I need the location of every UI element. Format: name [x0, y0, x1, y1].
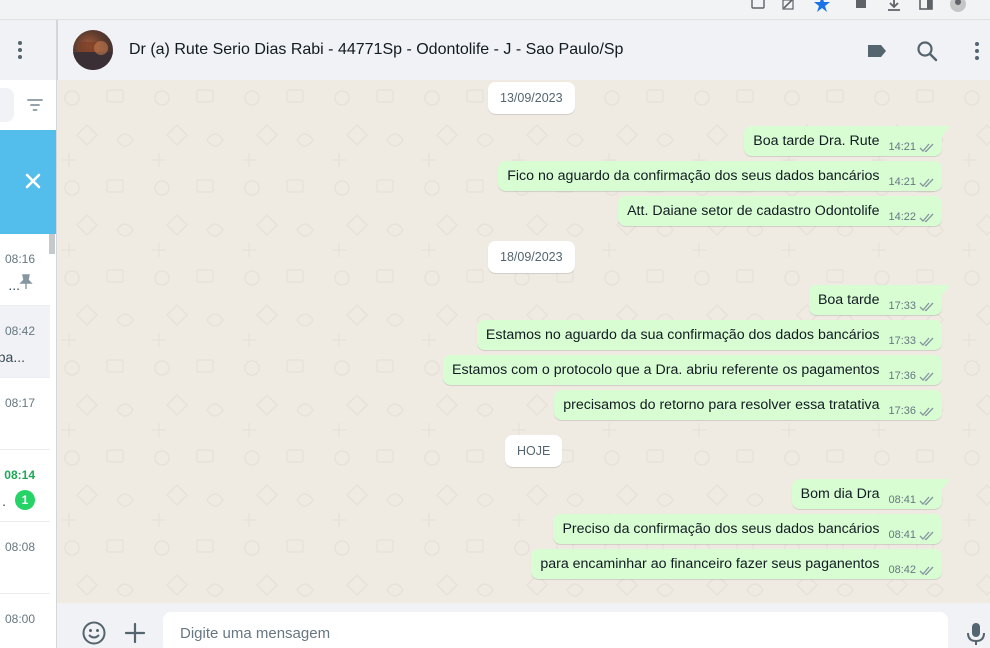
double-check-icon: [919, 372, 934, 381]
browser-toolbar: [0, 0, 990, 20]
date-separator: 18/09/2023: [488, 241, 575, 273]
avatar[interactable]: [73, 30, 113, 70]
message-time: 08:42: [888, 564, 916, 576]
message-text: precisamos do retorno para resolver essa…: [563, 397, 880, 413]
chat-snippet: .: [2, 493, 6, 509]
message-time: 14:22: [888, 211, 916, 223]
double-check-icon: [919, 531, 934, 540]
outgoing-message[interactable]: Preciso da confirmação dos seus dados ba…: [553, 514, 942, 544]
extensions-puzzle-icon[interactable]: [854, 0, 870, 12]
bookmark-star-icon[interactable]: [814, 0, 830, 12]
double-check-icon: [919, 143, 934, 152]
conversation-header[interactable]: Dr (a) Rute Serio Dias Rabi - 44771Sp - …: [57, 20, 990, 80]
message-text: para encaminhar ao financeiro fazer seus…: [540, 556, 880, 572]
microphone-icon[interactable]: [963, 620, 989, 646]
outgoing-message[interactable]: Boa tarde 17:33: [808, 285, 951, 315]
message-time: 17:33: [888, 335, 916, 347]
chat-time: 08:16: [4, 252, 35, 266]
avatar-photo: [73, 41, 113, 70]
close-icon[interactable]: [22, 170, 44, 192]
message-input[interactable]: Digite uma mensagem: [163, 612, 948, 648]
pin-icon: [19, 274, 33, 289]
message-text: Estamos com o protocolo que a Dra. abriu…: [452, 362, 880, 378]
outgoing-message[interactable]: Estamos com o protocolo que a Dra. abriu…: [443, 355, 942, 385]
double-check-icon: [919, 302, 934, 311]
chat-list-item[interactable]: 08:16 ...: [0, 234, 50, 306]
chat-list-item[interactable]: 08:17: [0, 378, 50, 450]
chat-list-item[interactable]: 08:42 pa...: [0, 306, 50, 378]
message-time: 08:41: [888, 529, 916, 541]
date-separator: 13/09/2023: [488, 82, 575, 114]
double-check-icon: [919, 496, 934, 505]
message-time: 14:21: [888, 176, 916, 188]
attach-plus-icon[interactable]: [122, 620, 148, 646]
browser-extension-icon[interactable]: [750, 0, 766, 12]
message-text: Fico no aguardo da confirmação dos seus …: [507, 168, 880, 184]
message-time: 17:36: [888, 370, 916, 382]
message-text: Boa tarde Dra. Rute: [753, 133, 880, 149]
outgoing-message[interactable]: Bom dia Dra 08:41: [791, 479, 951, 509]
message-list[interactable]: 13/09/2023 Boa tarde Dra. Rute 14:21 Fic…: [57, 80, 990, 603]
label-icon[interactable]: [865, 39, 889, 63]
sidebar-header: [0, 20, 56, 80]
menu-dots-icon[interactable]: [14, 39, 28, 61]
chat-list-item[interactable]: 08:00: [0, 594, 50, 648]
outgoing-message[interactable]: para encaminhar ao financeiro fazer seus…: [531, 549, 942, 579]
filter-icon[interactable]: [26, 97, 44, 113]
search-input[interactable]: [0, 88, 14, 122]
double-check-icon: [919, 566, 934, 575]
double-check-icon: [919, 213, 934, 222]
chat-list-item[interactable]: 08:08: [0, 522, 50, 594]
chat-time: 08:00: [4, 612, 35, 626]
outgoing-message[interactable]: precisamos do retorno para resolver essa…: [554, 390, 942, 420]
notification-banner: [0, 130, 56, 234]
sidebar-search-bar: [0, 80, 56, 130]
double-check-icon: [919, 337, 934, 346]
message-time: 17:33: [888, 300, 916, 312]
chat-time: 08:08: [4, 540, 35, 554]
download-icon[interactable]: [886, 0, 902, 12]
message-text: Bom dia Dra: [800, 486, 880, 502]
chat-time: 08:14: [4, 468, 35, 482]
chat-snippet: pa...: [0, 349, 25, 365]
contact-name[interactable]: Dr (a) Rute Serio Dias Rabi - 44771Sp - …: [129, 41, 623, 59]
chat-time: 08:42: [4, 324, 35, 338]
chat-list-sidebar: 08:16 ... 08:42 pa... 08:17 08:14 . 1 08…: [0, 20, 57, 648]
date-separator: HOJE: [505, 435, 563, 467]
unread-badge: 1: [15, 490, 35, 510]
double-check-icon: [919, 178, 934, 187]
emoji-icon[interactable]: [81, 620, 107, 646]
message-text: Boa tarde: [817, 292, 880, 308]
message-composer: Digite uma mensagem: [57, 603, 990, 648]
share-icon[interactable]: [782, 0, 798, 12]
search-icon[interactable]: [915, 39, 939, 63]
message-input-placeholder: Digite uma mensagem: [180, 625, 331, 642]
sidepanel-icon[interactable]: [918, 0, 934, 12]
outgoing-message[interactable]: Att. Daiane setor de cadastro Odontolife…: [618, 196, 942, 226]
profile-avatar-icon[interactable]: [950, 0, 966, 12]
outgoing-message[interactable]: Boa tarde Dra. Rute 14:21: [744, 126, 950, 156]
chat-time: 08:17: [4, 396, 35, 410]
message-text: Preciso da confirmação dos seus dados ba…: [562, 521, 880, 537]
message-time: 08:41: [888, 494, 916, 506]
message-time: 14:21: [888, 141, 916, 153]
menu-dots-icon[interactable]: [965, 39, 989, 63]
message-text: Att. Daiane setor de cadastro Odontolife: [627, 203, 880, 219]
message-text: Estamos no aguardo da sua confirmação do…: [485, 327, 880, 343]
outgoing-message[interactable]: Fico no aguardo da confirmação dos seus …: [498, 161, 942, 191]
chat-list-item[interactable]: 08:14 . 1: [0, 450, 50, 522]
message-time: 17:36: [888, 405, 916, 417]
double-check-icon: [919, 407, 934, 416]
conversation-panel: Dr (a) Rute Serio Dias Rabi - 44771Sp - …: [57, 20, 990, 648]
outgoing-message[interactable]: Estamos no aguardo da sua confirmação do…: [476, 320, 942, 350]
